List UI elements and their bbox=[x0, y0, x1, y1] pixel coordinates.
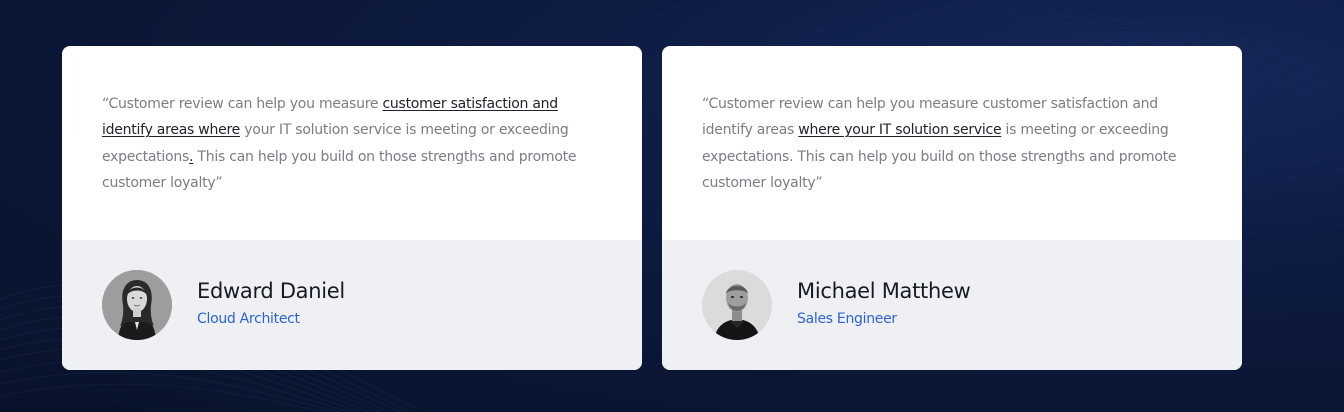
testimonial-card: “Customer review can help you measure cu… bbox=[662, 46, 1242, 370]
quote-link[interactable]: where your IT solution service bbox=[798, 122, 1001, 138]
quote-text: “Customer review can help you measure bbox=[102, 96, 383, 112]
author-footer: Michael Matthew Sales Engineer bbox=[662, 240, 1242, 370]
author-footer: Edward Daniel Cloud Architect bbox=[62, 240, 642, 370]
author-role: Sales Engineer bbox=[797, 311, 897, 327]
testimonial-quote: “Customer review can help you measure cu… bbox=[102, 91, 602, 197]
author-name: Michael Matthew bbox=[797, 279, 971, 303]
avatar-woman-photo-icon bbox=[102, 270, 172, 340]
testimonial-quote: “Customer review can help you measure cu… bbox=[702, 91, 1202, 197]
author-name: Edward Daniel bbox=[197, 279, 345, 303]
avatar-man-photo-icon bbox=[702, 270, 772, 340]
testimonial-card: “Customer review can help you measure cu… bbox=[62, 46, 642, 370]
author-role: Cloud Architect bbox=[197, 311, 300, 327]
